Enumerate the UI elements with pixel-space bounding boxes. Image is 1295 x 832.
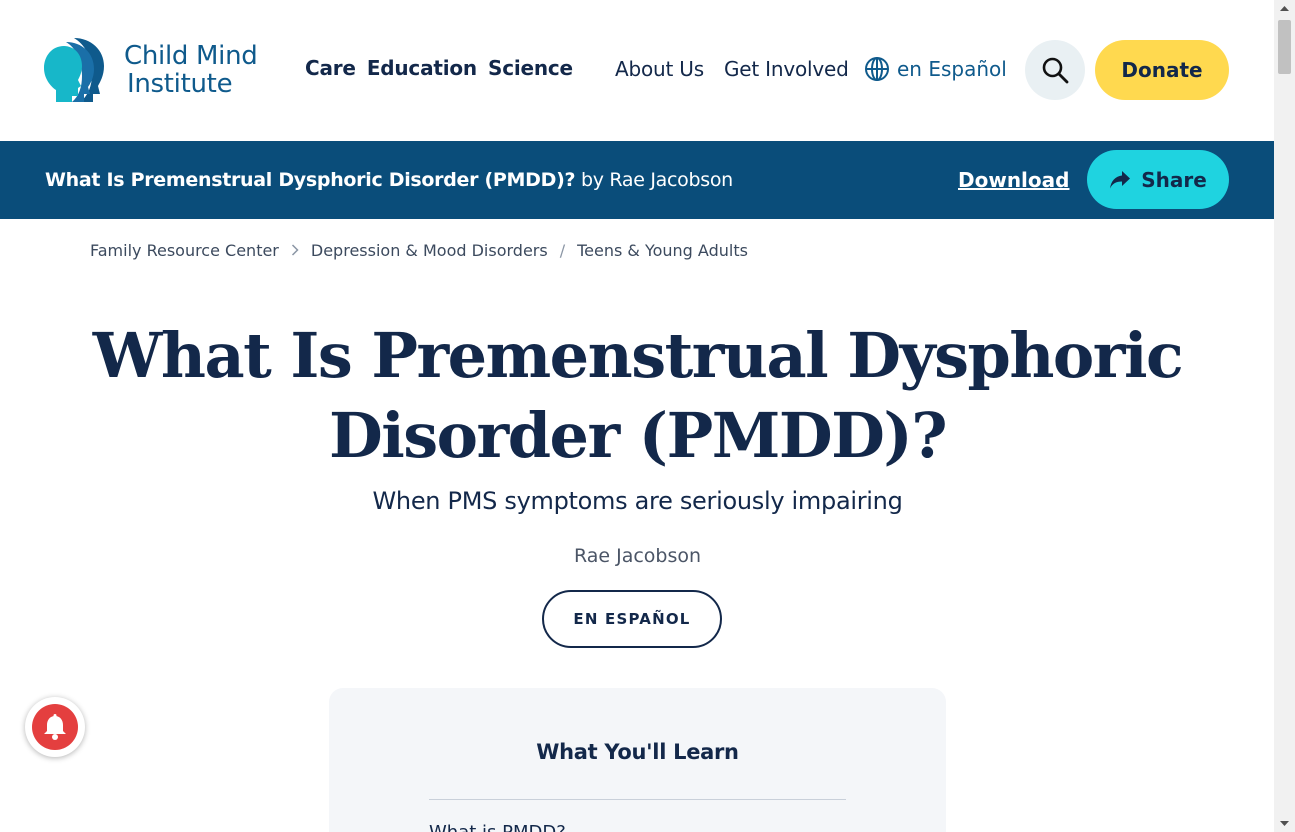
learn-divider: [429, 799, 846, 800]
scrollbar-thumb[interactable]: [1278, 20, 1291, 74]
logo-line-2: Institute: [127, 69, 233, 99]
nav-science[interactable]: Science: [488, 56, 573, 80]
bell-icon: [32, 704, 78, 750]
article-sticky-bar: What Is Premenstrual Dysphoric Disorder …: [0, 141, 1274, 219]
language-link-label: en Español: [897, 57, 1007, 81]
chevron-right-icon: [291, 241, 299, 260]
globe-icon: [865, 57, 889, 81]
scroll-down-arrow-icon[interactable]: [1274, 815, 1295, 832]
what-youll-learn-box: What You'll Learn What is PMDD?: [329, 688, 946, 832]
nav-education[interactable]: Education: [367, 56, 477, 80]
nav-care[interactable]: Care: [305, 56, 356, 80]
page-title-line-2: Disorder (PMDD)?: [328, 399, 948, 472]
search-button[interactable]: [1025, 40, 1085, 100]
page-title-line-1: What Is Premenstrual Dysphoric: [92, 319, 1184, 392]
breadcrumb-item-teens[interactable]: Teens & Young Adults: [577, 241, 748, 260]
logo-mark-icon: [44, 38, 104, 102]
breadcrumb: Family Resource Center Depression & Mood…: [90, 241, 748, 260]
share-button[interactable]: Share: [1087, 150, 1229, 209]
download-link[interactable]: Download: [958, 168, 1069, 192]
language-link[interactable]: en Español: [864, 56, 1007, 82]
breadcrumb-item-depression[interactable]: Depression & Mood Disorders: [311, 241, 548, 260]
learn-item[interactable]: What is PMDD?: [429, 822, 566, 832]
article-dek: When PMS symptoms are seriously impairin…: [372, 487, 903, 515]
share-arrow-icon: [1110, 170, 1131, 188]
share-button-label: Share: [1141, 167, 1207, 192]
breadcrumb-item-family-resource-center[interactable]: Family Resource Center: [90, 241, 279, 260]
scroll-up-arrow-icon[interactable]: [1274, 0, 1295, 17]
nav-about-us[interactable]: About Us: [615, 57, 704, 81]
primary-nav: Care Education Science: [305, 56, 573, 80]
donate-button[interactable]: Donate: [1095, 40, 1229, 100]
page-title: What Is Premenstrual Dysphoric Disorder …: [90, 316, 1185, 476]
article-bar-headline: What Is Premenstrual Dysphoric Disorder …: [45, 169, 576, 191]
logo-text: Child Mind Institute: [124, 42, 258, 98]
article-author[interactable]: Rae Jacobson: [90, 545, 1185, 567]
notification-bell-button[interactable]: [25, 697, 85, 757]
logo-link[interactable]: Child Mind Institute: [44, 36, 274, 104]
learn-title: What You'll Learn: [536, 740, 739, 764]
logo-line-1: Child Mind: [124, 41, 258, 71]
article-bar-byline: by Rae Jacobson: [580, 169, 733, 191]
search-icon: [1042, 57, 1069, 84]
secondary-nav: About Us Get Involved: [615, 57, 849, 81]
vertical-scrollbar[interactable]: [1274, 0, 1295, 832]
breadcrumb-slash: /: [559, 241, 566, 260]
spanish-version-button[interactable]: EN ESPAÑOL: [542, 590, 722, 648]
article-bar-title: What Is Premenstrual Dysphoric Disorder …: [45, 169, 733, 191]
nav-get-involved[interactable]: Get Involved: [724, 57, 849, 81]
site-header: Child Mind Institute Care Education Scie…: [0, 0, 1274, 141]
